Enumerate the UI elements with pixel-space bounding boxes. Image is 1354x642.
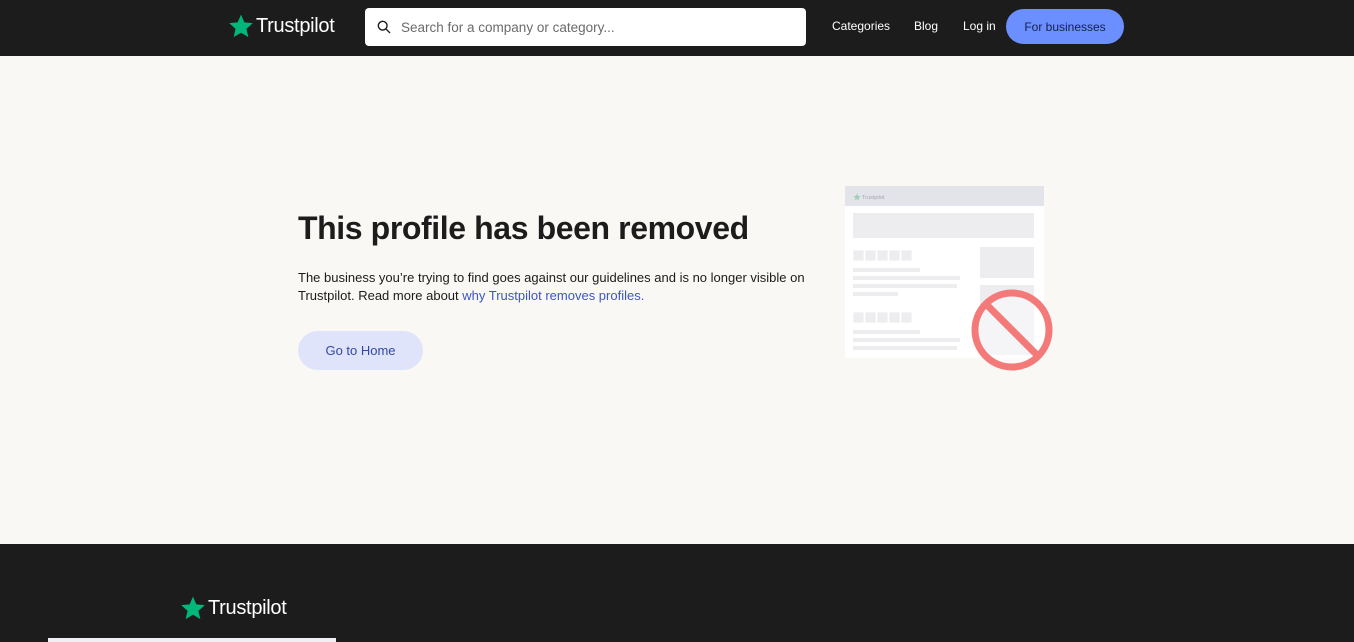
search-box[interactable]: [365, 8, 806, 46]
top-header: Trustpilot Categories Blog Log in For bu…: [0, 0, 1354, 56]
search-input[interactable]: [401, 19, 781, 35]
page-title: This profile has been removed: [298, 210, 749, 246]
search-icon: [377, 20, 391, 34]
nav-login-link[interactable]: Log in: [963, 19, 996, 33]
removed-profile-illustration: Trustpilot: [845, 186, 1053, 371]
mock-logo-text: Trustpilot: [862, 195, 885, 201]
removed-description: The business you’re trying to find goes …: [298, 269, 828, 305]
logo-wordmark: Trustpilot: [256, 14, 335, 37]
star-icon: [181, 596, 205, 620]
footer-logo-wordmark: Trustpilot: [208, 596, 287, 619]
footer-strip: [48, 638, 336, 642]
footer: Trustpilot: [0, 544, 1354, 642]
trustpilot-logo[interactable]: Trustpilot: [228, 13, 335, 39]
go-to-home-button[interactable]: Go to Home: [298, 331, 423, 370]
nav-blog-link[interactable]: Blog: [914, 19, 938, 33]
nav-categories-link[interactable]: Categories: [832, 19, 890, 33]
star-icon: [229, 14, 253, 38]
why-removed-link[interactable]: why Trustpilot removes profiles.: [462, 288, 644, 303]
footer-trustpilot-logo[interactable]: Trustpilot: [180, 595, 287, 621]
for-businesses-button[interactable]: For businesses: [1006, 9, 1124, 44]
